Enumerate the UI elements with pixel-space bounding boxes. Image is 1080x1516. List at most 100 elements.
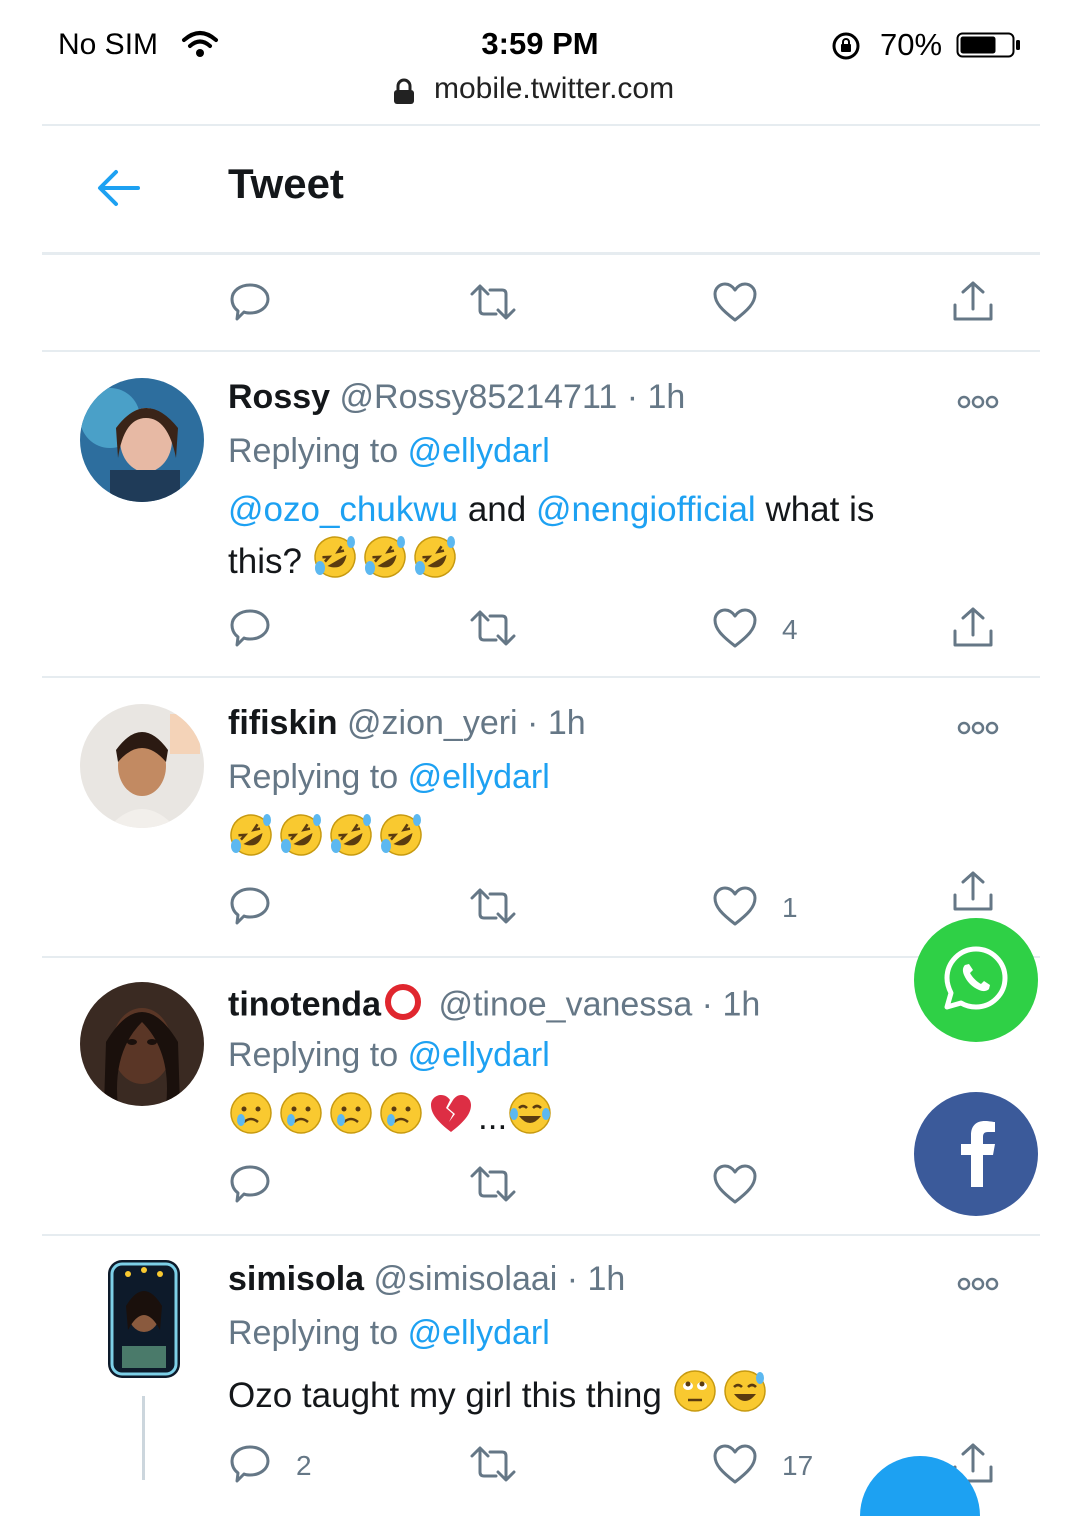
share-button[interactable] (950, 274, 996, 334)
retweet-icon (468, 606, 518, 655)
ellipsis-text: ... (478, 1097, 508, 1137)
avatar[interactable] (80, 378, 204, 502)
tweet-header: Rossy @Rossy85214711 · 1h (228, 378, 685, 417)
more-icon[interactable] (956, 718, 1000, 738)
rofl-emoji-icon (378, 812, 424, 871)
author-handle[interactable]: @simisolaai · 1h (374, 1260, 626, 1298)
tweet-divider (42, 1234, 1040, 1236)
avatar[interactable] (80, 704, 204, 828)
reply-mention[interactable]: @ellydarl (408, 1314, 550, 1352)
orientation-lock-icon (830, 30, 862, 67)
sweat-smile-emoji-icon (722, 1368, 768, 1427)
crying-emoji-icon (328, 1090, 374, 1149)
more-icon[interactable] (956, 1274, 1000, 1294)
reply-button[interactable] (228, 878, 272, 938)
like-count: 4 (782, 614, 798, 645)
reply-icon (228, 1162, 272, 1211)
rofl-emoji-icon (278, 812, 324, 871)
tweet-divider (42, 676, 1040, 678)
tweet-actions: 4 (0, 600, 1080, 660)
like-button[interactable]: 17 (712, 1436, 813, 1496)
red-circle-icon (381, 982, 425, 1031)
avatar[interactable] (108, 1260, 180, 1378)
retweet-button[interactable] (468, 1436, 518, 1496)
main-tweet-actions (0, 274, 1080, 334)
author-handle[interactable]: @Rossy85214711 · 1h (340, 378, 686, 416)
reply-mention[interactable]: @ellydarl (408, 432, 550, 470)
tweet-text-content: Ozo taught my girl this thing (228, 1375, 672, 1415)
like-button[interactable] (712, 1156, 782, 1216)
tweet-divider (42, 956, 1040, 958)
browser-url[interactable]: mobile.twitter.com (434, 72, 674, 106)
reply-button[interactable] (228, 274, 272, 334)
reply-icon (228, 606, 272, 655)
replying-to: Replying to @ellydarl (228, 1036, 550, 1075)
whatsapp-share-button[interactable] (914, 918, 1038, 1042)
whatsapp-icon (941, 943, 1011, 1018)
author-handle[interactable]: @tinoe_vanessa · 1h (438, 985, 760, 1023)
retweet-button[interactable] (468, 1156, 518, 1216)
author-name[interactable]: Rossy (228, 378, 330, 416)
retweet-icon (468, 1442, 518, 1491)
like-icon (712, 606, 758, 655)
share-icon (950, 605, 996, 656)
reply-mention[interactable]: @ellydarl (408, 758, 550, 796)
replying-label: Replying to (228, 758, 399, 796)
tweet-header: simisola @simisolaai · 1h (228, 1260, 625, 1299)
retweet-button[interactable] (468, 274, 518, 334)
retweet-icon (468, 1162, 518, 1211)
share-button[interactable] (950, 864, 996, 924)
replying-label: Replying to (228, 1036, 399, 1074)
more-icon[interactable] (956, 392, 1000, 412)
reply-button[interactable] (228, 1156, 272, 1216)
like-icon (712, 280, 758, 329)
author-handle[interactable]: @zion_yeri · 1h (347, 704, 586, 742)
crying-emoji-icon (278, 1090, 324, 1149)
tweet-text: @ozo_chukwu and @nengiofficial what is t… (228, 486, 948, 593)
tweet-text (228, 812, 948, 871)
retweet-button[interactable] (468, 878, 518, 938)
like-icon (712, 1442, 758, 1491)
author-name[interactable]: fifiskin (228, 704, 338, 742)
retweet-button[interactable] (468, 600, 518, 660)
tweet-header: fifiskin @zion_yeri · 1h (228, 704, 586, 743)
reply-icon (228, 884, 272, 933)
thread-line (142, 1396, 145, 1480)
like-button[interactable]: 1 (712, 878, 798, 938)
reply-button[interactable] (228, 600, 272, 660)
avatar[interactable] (80, 982, 204, 1106)
back-arrow-icon[interactable] (94, 166, 142, 210)
author-name[interactable]: simisola (228, 1260, 364, 1298)
facebook-share-button[interactable] (914, 1092, 1038, 1216)
like-button[interactable]: 4 (712, 600, 798, 660)
like-icon (712, 884, 758, 933)
tweet-text: Ozo taught my girl this thing (228, 1368, 948, 1427)
mention-link[interactable]: @nengiofficial (536, 490, 756, 529)
tweet-actions: 1 (0, 871, 1080, 938)
tears-of-joy-emoji-icon (507, 1090, 553, 1149)
like-icon (712, 1162, 758, 1211)
like-count: 1 (782, 892, 798, 923)
status-bar: No SIM 3:59 PM mobile.twitter.com 70% (0, 0, 1080, 120)
reply-button[interactable]: 2 (228, 1436, 312, 1496)
mention-link[interactable]: @ozo_chukwu (228, 490, 458, 529)
reply-icon (228, 1442, 272, 1491)
header-divider (42, 252, 1040, 255)
reply-mention[interactable]: @ellydarl (408, 1036, 550, 1074)
share-icon (950, 279, 996, 330)
like-button[interactable] (712, 274, 758, 334)
status-divider (42, 124, 1040, 126)
author-name[interactable]: tinotenda (228, 985, 381, 1023)
rofl-emoji-icon (328, 812, 374, 871)
reply-count: 2 (296, 1450, 312, 1481)
battery-icon (956, 32, 1020, 58)
page-title: Tweet (228, 160, 344, 207)
share-button[interactable] (950, 600, 996, 660)
reply-icon (228, 280, 272, 329)
tweet-divider (42, 350, 1040, 352)
rofl-emoji-icon (362, 534, 408, 593)
replying-to: Replying to @ellydarl (228, 432, 550, 471)
like-count: 17 (782, 1450, 814, 1481)
replying-to: Replying to @ellydarl (228, 1314, 550, 1353)
replying-label: Replying to (228, 1314, 399, 1352)
